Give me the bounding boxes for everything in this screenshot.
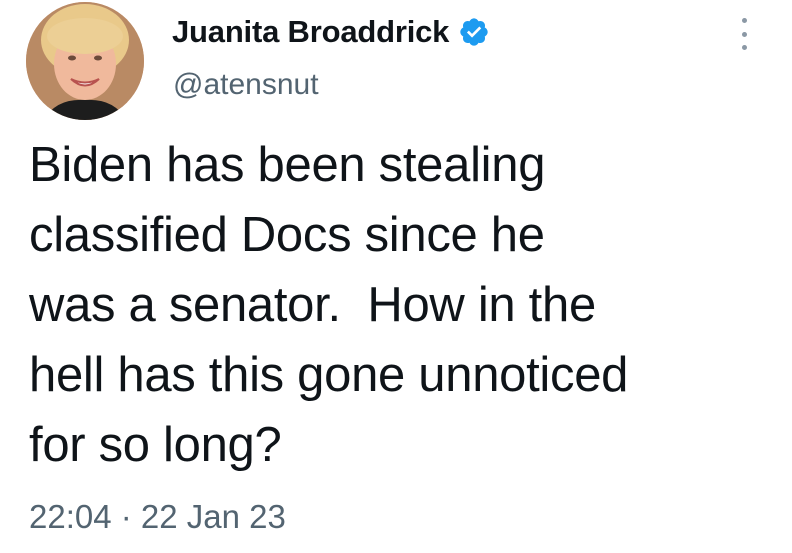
dot — [741, 18, 747, 23]
avatar-photo-icon — [26, 2, 144, 120]
author-handle[interactable]: @atensnut — [173, 68, 319, 102]
dot — [741, 45, 747, 50]
display-name[interactable]: Juanita Broaddrick — [172, 14, 449, 50]
verified-badge-icon — [460, 18, 488, 46]
more-options-icon[interactable] — [736, 18, 752, 50]
tweet: Juanita Broaddrick @atensnut Biden has b… — [0, 0, 792, 553]
tweet-text: Biden has been stealing classified Docs … — [29, 138, 629, 472]
avatar[interactable] — [26, 2, 144, 120]
author-name-row[interactable]: Juanita Broaddrick — [172, 14, 490, 50]
dot — [741, 31, 747, 37]
tweet-timestamp[interactable]: 22:04 · 22 Jan 23 — [29, 498, 286, 536]
